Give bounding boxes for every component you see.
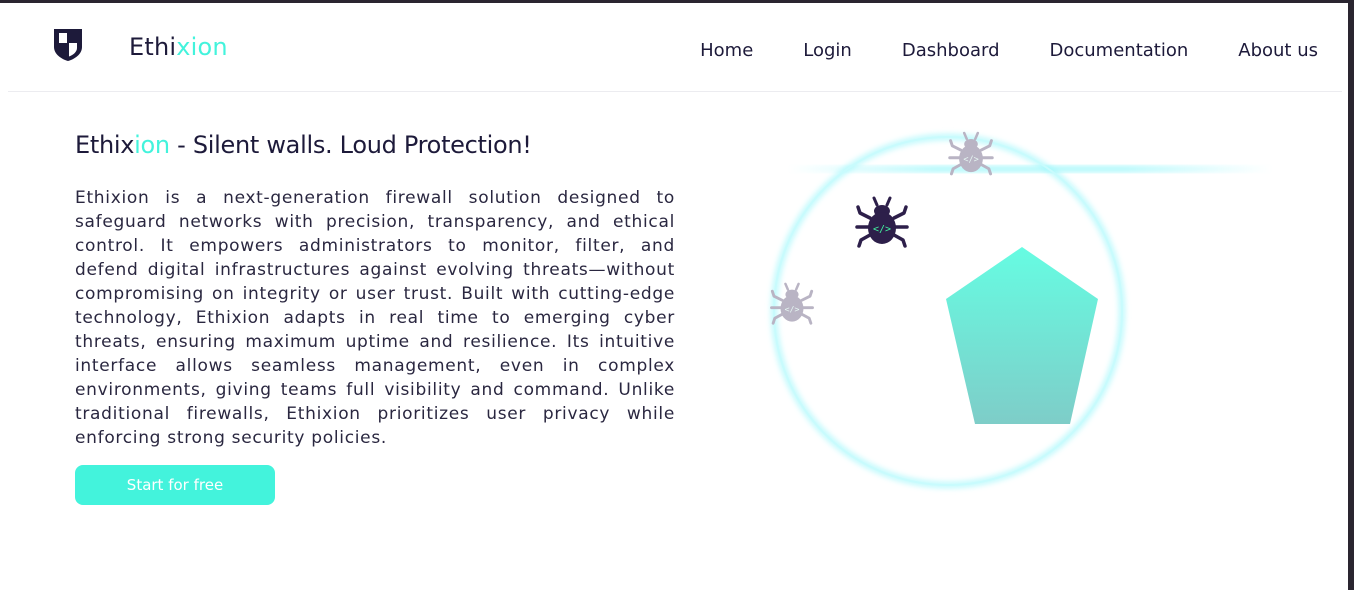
hero-title-suffix: - Silent walls. Loud Protection! (169, 131, 532, 159)
main-nav: Home Login Dashboard Documentation About… (700, 40, 1318, 61)
nav-documentation[interactable]: Documentation (1050, 40, 1189, 61)
brand-name-accent: xion (176, 33, 228, 61)
nav-about-us[interactable]: About us (1238, 40, 1318, 61)
start-for-free-button[interactable]: Start for free (75, 465, 275, 505)
page: Ethixion Home Login Dashboard Documentat… (0, 3, 1348, 590)
hero-title-accent: ion (134, 131, 170, 159)
site-header: Ethixion Home Login Dashboard Documentat… (8, 3, 1342, 92)
brand-name[interactable]: Ethixion (129, 33, 228, 61)
bug-icon-dark: </> (855, 196, 909, 248)
svg-text:</>: </> (963, 155, 978, 165)
shield-pentagon (946, 247, 1098, 424)
hero-title-prefix: Ethix (75, 131, 135, 159)
shield-logo-icon[interactable] (53, 28, 83, 62)
scan-beam (790, 166, 1270, 172)
nav-dashboard[interactable]: Dashboard (902, 40, 1000, 61)
nav-home[interactable]: Home (700, 40, 753, 61)
brand-name-prefix: Ethi (129, 33, 177, 61)
hero-title: Ethixion - Silent walls. Loud Protection… (75, 131, 532, 159)
firewall-illustration: </> </> </> (770, 131, 1270, 488)
svg-text:</>: </> (873, 224, 891, 235)
svg-text:</>: </> (785, 304, 800, 314)
nav-login[interactable]: Login (803, 40, 852, 61)
hero-description: Ethixion is a next-generation firewall s… (75, 188, 675, 448)
